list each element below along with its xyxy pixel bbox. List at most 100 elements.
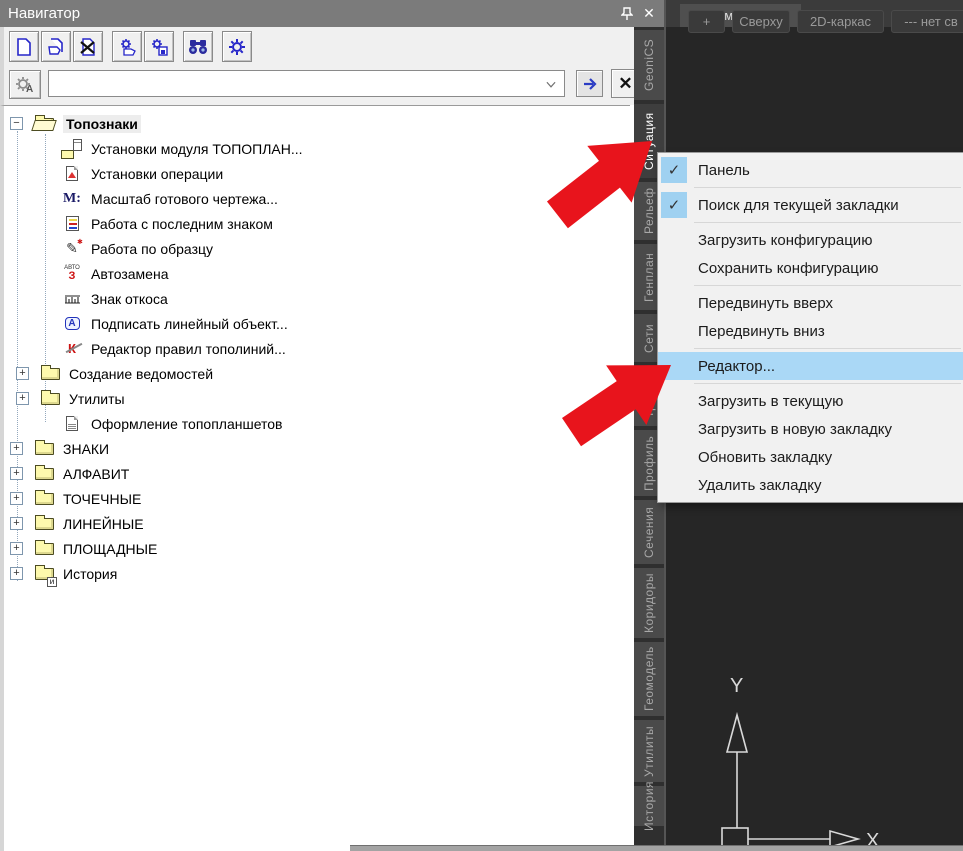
find-binoculars-button[interactable] — [183, 31, 213, 62]
tab-geomodel[interactable]: Геомодель — [634, 642, 664, 716]
menu-item-delete-tab[interactable]: Удалить закладку — [658, 471, 963, 499]
viewport-visual-style-button[interactable]: 2D-каркас — [797, 10, 884, 33]
menu-separator — [694, 187, 961, 188]
menu-item-move-down[interactable]: Передвинуть вниз — [658, 317, 963, 345]
load-config-gear-folder-button[interactable] — [112, 31, 142, 62]
tree-item-label: Подписать линейный объект... — [91, 316, 288, 332]
delete-document-button[interactable] — [73, 31, 103, 62]
search-combobox[interactable] — [48, 70, 565, 97]
expand-icon[interactable]: + — [16, 367, 29, 380]
tree-item-label: Топознаки — [63, 115, 141, 133]
chevron-down-icon[interactable] — [546, 80, 556, 90]
sheet-layout-icon — [60, 414, 84, 434]
new-document-button[interactable] — [9, 31, 39, 62]
tree-item-last-sign[interactable]: Работа с последним знаком — [4, 211, 630, 236]
tree-item-label: История — [63, 566, 117, 582]
tree-item-autoreplace[interactable]: АВТОЗ Автозамена — [4, 261, 630, 286]
scale-m-icon: M: — [60, 189, 84, 209]
expand-icon[interactable]: + — [10, 542, 23, 555]
expand-icon[interactable]: + — [10, 492, 23, 505]
tree-item-vedomosti[interactable]: + Создание ведомостей — [4, 361, 630, 386]
navigator-toolbar: A ✕ — [0, 27, 634, 105]
expand-icon[interactable]: + — [10, 517, 23, 530]
panel-close-icon[interactable]: ✕ — [638, 4, 660, 24]
tree-item-slope-sign[interactable]: Знак откоса — [4, 286, 630, 311]
tab-koridory[interactable]: Коридоры — [634, 568, 664, 638]
tree-item-znaki[interactable]: + ЗНАКИ — [4, 436, 630, 461]
tree-item-ploshchadnye[interactable]: + ПЛОЩАДНЫЕ — [4, 536, 630, 561]
tree-item-tochechnye[interactable]: + ТОЧЕЧНЫЕ — [4, 486, 630, 511]
tree-item-label: Установки модуля ТОПОПЛАН... — [91, 141, 303, 157]
tree-item-alfavit[interactable]: + АЛФАВИТ — [4, 461, 630, 486]
expander-spacer — [38, 217, 51, 230]
tree-item-label: ПЛОЩАДНЫЕ — [63, 541, 157, 557]
tab-utility[interactable]: Утилиты — [634, 720, 664, 782]
viewport-controls-button[interactable]: + — [688, 10, 725, 33]
menu-item-refresh-tab[interactable]: Обновить закладку — [658, 443, 963, 471]
expander-spacer — [38, 417, 51, 430]
settings-gear-button[interactable] — [222, 31, 252, 62]
folder-icon — [38, 364, 62, 384]
tree-item-module-settings[interactable]: Установки модуля ТОПОПЛАН... — [4, 136, 630, 161]
slope-sign-icon — [60, 289, 84, 309]
tree-item-label: Создание ведомостей — [69, 366, 213, 382]
tree-item-by-sample[interactable]: ✎ Работа по образцу — [4, 236, 630, 261]
tree-item-label: Работа с последним знаком — [91, 216, 273, 232]
expander-spacer — [38, 292, 51, 305]
menu-item-label: Удалить закладку — [698, 477, 821, 494]
tab-istoriya[interactable]: История — [634, 786, 664, 826]
tree-item-operation-settings[interactable]: Установки операции — [4, 161, 630, 186]
expand-icon[interactable]: + — [10, 467, 23, 480]
viewport-view-button[interactable]: Сверху — [732, 10, 790, 33]
tree-item-scale[interactable]: M: Масштаб готового чертежа... — [4, 186, 630, 211]
menu-item-search-current-tab[interactable]: ✓ Поиск для текущей закладки — [658, 191, 963, 219]
expander-spacer — [38, 317, 51, 330]
tree-item-label: Оформление топопланшетов — [91, 416, 283, 432]
search-gear-a-button[interactable]: A — [9, 70, 41, 99]
expander-spacer — [38, 242, 51, 255]
app-window: Навигатор ✕ — [0, 0, 963, 851]
folder-icon — [32, 489, 56, 509]
tree-item-istoriya[interactable]: + и История — [4, 561, 630, 586]
menu-item-load-into-current[interactable]: Загрузить в текущую — [658, 387, 963, 415]
menu-item-load-config[interactable]: Загрузить конфигурацию — [658, 226, 963, 254]
menu-item-editor[interactable]: Редактор... — [658, 352, 963, 380]
menu-item-load-into-new-tab[interactable]: Загрузить в новую закладку — [658, 415, 963, 443]
module-settings-icon — [60, 139, 84, 159]
tree-item-oformlenie[interactable]: Оформление топопланшетов — [4, 411, 630, 436]
expander-spacer — [38, 167, 51, 180]
menu-item-label: Загрузить конфигурацию — [698, 232, 872, 249]
arrow-right-icon — [582, 77, 598, 91]
tree-item-label: Знак откоса — [91, 291, 168, 307]
menu-item-move-up[interactable]: Передвинуть вверх — [658, 289, 963, 317]
tree-item-topoznaki[interactable]: − Топознаки — [4, 111, 630, 136]
tree-item-label-linear[interactable]: A Подписать линейный объект... — [4, 311, 630, 336]
expand-icon[interactable]: + — [16, 392, 29, 405]
tab-secheniya[interactable]: Сечения — [634, 500, 664, 564]
operation-settings-icon — [60, 164, 84, 184]
menu-item-panel[interactable]: ✓ Панель — [658, 156, 963, 184]
search-row: A ✕ — [9, 68, 634, 100]
menu-item-label: Загрузить в новую закладку — [698, 421, 892, 438]
open-document-button[interactable] — [41, 31, 71, 62]
tab-geonics[interactable]: GeoniCS — [634, 30, 664, 100]
folder-icon — [38, 389, 62, 409]
tree-item-utility[interactable]: + Утилиты — [4, 386, 630, 411]
checkmark-icon: ✓ — [661, 192, 687, 218]
folder-icon — [32, 539, 56, 559]
tree-item-rules-editor[interactable]: К Редактор правил тополиний... — [4, 336, 630, 361]
menu-item-label: Редактор... — [698, 358, 775, 375]
tree-item-label: Масштаб готового чертежа... — [91, 191, 278, 207]
viewport-extra-button[interactable]: --- нет св — [891, 10, 963, 33]
pin-icon[interactable] — [616, 4, 638, 24]
tree-item-lineynye[interactable]: + ЛИНЕЙНЫЕ — [4, 511, 630, 536]
tree-item-label: АЛФАВИТ — [63, 466, 129, 482]
expand-icon[interactable]: + — [10, 567, 23, 580]
search-go-button[interactable] — [576, 70, 603, 97]
menu-item-save-config[interactable]: Сохранить конфигурацию — [658, 254, 963, 282]
tree-item-label: ТОЧЕЧНЫЕ — [63, 491, 141, 507]
save-config-gear-disk-button[interactable] — [144, 31, 174, 62]
collapse-icon[interactable]: − — [10, 117, 23, 130]
window-bottom-edge — [350, 845, 963, 851]
expand-icon[interactable]: + — [10, 442, 23, 455]
